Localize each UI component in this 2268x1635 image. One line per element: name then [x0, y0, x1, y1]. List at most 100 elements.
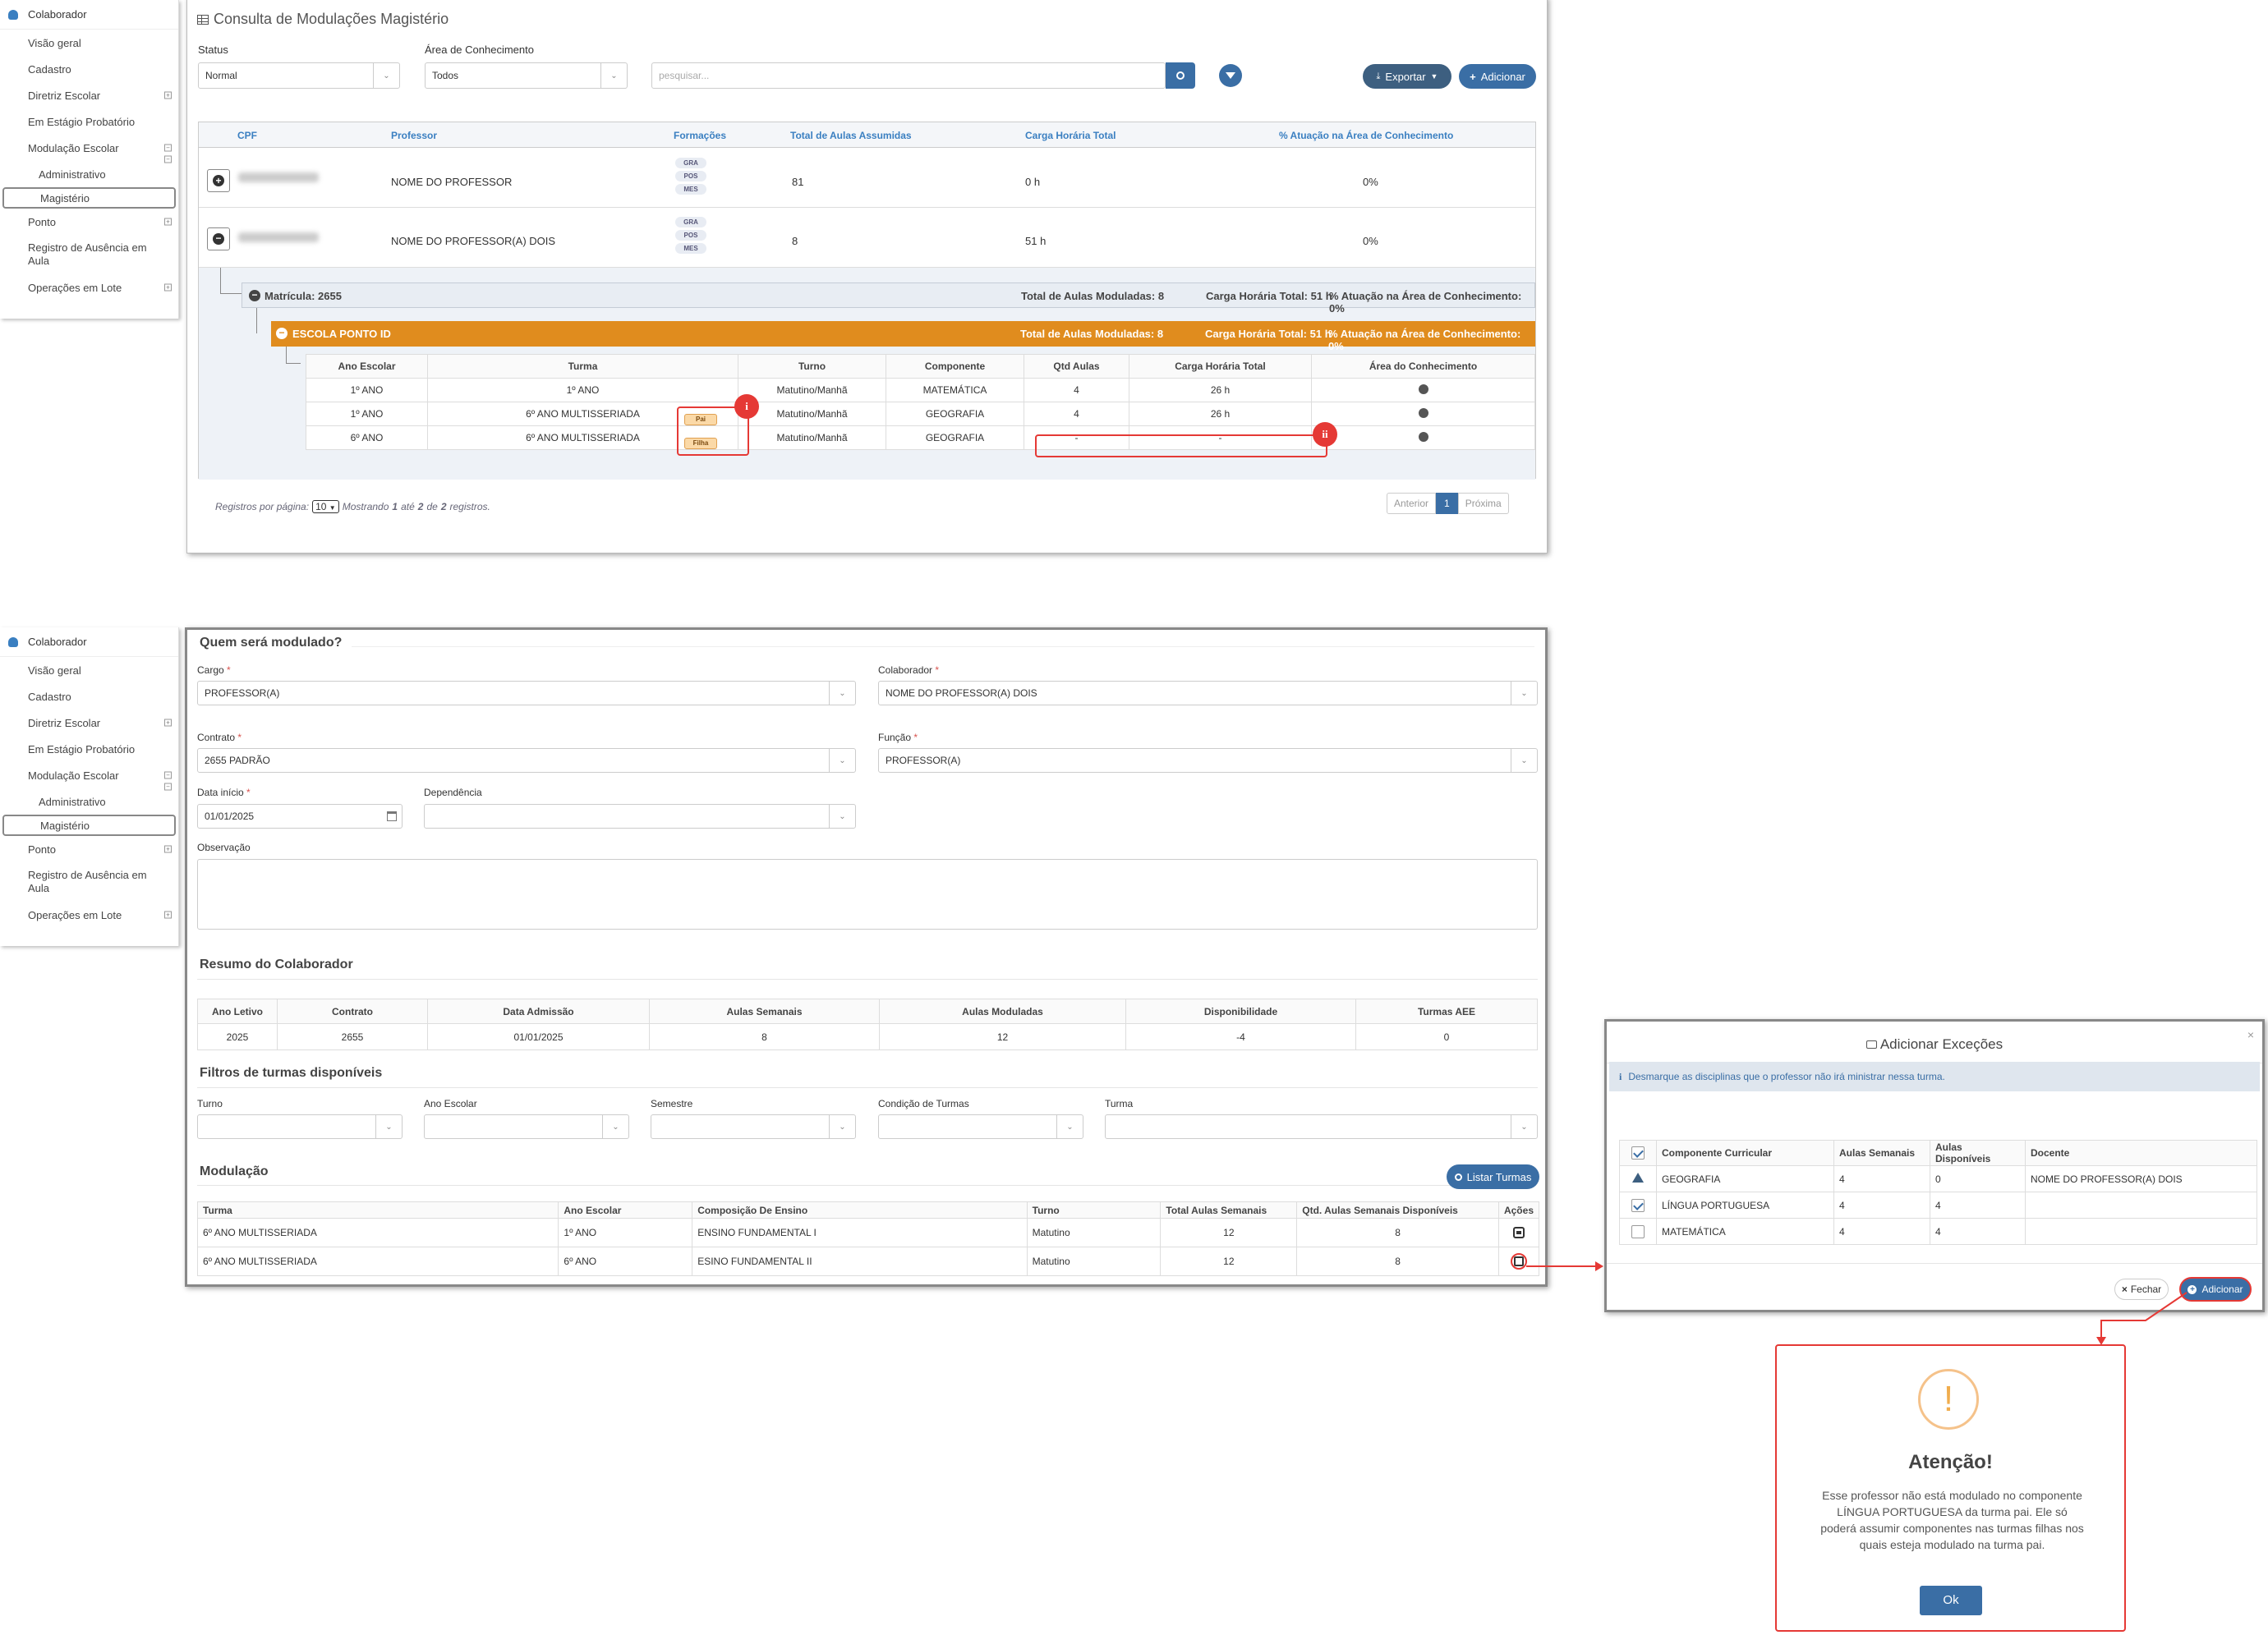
mod-cell: 12: [1160, 1247, 1298, 1276]
collapse-row-button[interactable]: −: [207, 227, 230, 250]
th-cpf[interactable]: CPF: [237, 130, 257, 141]
professor-name: NOME DO PROFESSOR: [391, 176, 513, 188]
resumo-value: 2655: [277, 1023, 428, 1050]
minus-circle-icon: −: [249, 290, 260, 301]
filter-icon: [1226, 72, 1235, 79]
cargo-select[interactable]: PROFESSOR(A) ⌄: [197, 681, 856, 705]
filtro-turno-select[interactable]: ⌄: [197, 1114, 403, 1139]
per-page-select[interactable]: 10 ▼: [312, 500, 339, 513]
sidebar-item-visao-geral[interactable]: Visão geral: [0, 30, 178, 56]
filtro-condicao-select[interactable]: ⌄: [878, 1114, 1083, 1139]
sidebar-item-diretriz[interactable]: Diretriz Escolar +: [0, 710, 178, 736]
matricula-bar[interactable]: − Matrícula: 2655 Total de Aulas Modulad…: [242, 282, 1535, 315]
search-icon: [1454, 1173, 1462, 1181]
resumo-th: Turmas AEE: [1355, 999, 1538, 1024]
observacao-textarea[interactable]: [197, 859, 1538, 930]
sidebar-item-magisterio[interactable]: Magistério: [2, 187, 176, 209]
sidebar-item-registro[interactable]: Registro de Ausência em Aula: [0, 862, 178, 902]
sidebar-header[interactable]: Colaborador −: [0, 627, 178, 791]
filter-button[interactable]: [1219, 64, 1242, 87]
sub-ano: 1º ANO: [306, 378, 428, 402]
th-formacoes[interactable]: Formações: [674, 130, 726, 141]
th-atuacao[interactable]: % Atuação na Área de Conhecimento: [1279, 130, 1453, 141]
tree-line: [256, 308, 257, 333]
page-1-button[interactable]: 1: [1436, 493, 1458, 514]
select-all-checkbox[interactable]: [1631, 1146, 1645, 1160]
mod-cell: 6º ANO MULTISSERIADA: [196, 1218, 559, 1247]
sidebar-item-cadastro[interactable]: Cadastro: [0, 683, 178, 710]
sidebar-item-administrativo[interactable]: Administrativo: [0, 788, 178, 815]
calendar-icon[interactable]: [387, 811, 397, 821]
add-button[interactable]: + Adicionar: [1459, 64, 1536, 89]
contrato-select[interactable]: 2655 PADRÃO ⌄: [197, 748, 856, 773]
data-inicio-input[interactable]: 01/01/2025: [197, 804, 403, 829]
area-select[interactable]: Todos ⌄: [425, 62, 628, 89]
funcao-select[interactable]: PROFESSOR(A) ⌄: [878, 748, 1538, 773]
sidebar-item-administrativo[interactable]: Administrativo: [0, 161, 178, 187]
exc-comp: GEOGRAFIA: [1656, 1165, 1834, 1192]
export-button[interactable]: ⤓ Exportar ▼: [1363, 64, 1451, 89]
sidebar-item-modulacao[interactable]: Modulação Escolar −: [0, 762, 178, 788]
mod-th: Composição De Ensino: [692, 1201, 1028, 1219]
action-icon[interactable]: [1512, 1227, 1525, 1239]
modal-title: Adicionar Exceções: [1607, 1036, 2262, 1053]
filtro-turma-select[interactable]: ⌄: [1105, 1114, 1538, 1139]
sidebar-item-cadastro[interactable]: Cadastro: [0, 56, 178, 82]
sidebar-item-visao-geral[interactable]: Visão geral: [0, 657, 178, 683]
th-carga[interactable]: Carga Horária Total: [1025, 130, 1116, 141]
sidebar-item-probatorio[interactable]: Em Estágio Probatório: [0, 736, 178, 762]
escola-bar[interactable]: − ESCOLA PONTO ID Total de Aulas Modulad…: [271, 321, 1535, 352]
filtro-ano-label: Ano Escolar: [424, 1098, 477, 1109]
sub-th-carga: Carga Horária Total: [1129, 354, 1312, 379]
divider: [1607, 1263, 2262, 1264]
sidebar-item-ponto[interactable]: Ponto +: [0, 836, 178, 862]
listar-turmas-button[interactable]: Listar Turmas: [1447, 1164, 1539, 1189]
section-quem: Quem será modulado?: [200, 636, 343, 650]
exc-sem: 4: [1833, 1218, 1930, 1245]
search-button[interactable]: [1166, 62, 1195, 89]
collapse-icon: −: [164, 144, 172, 152]
minus-circle-icon: −: [213, 233, 224, 245]
warn-cell: [1619, 1165, 1657, 1192]
ok-button[interactable]: Ok: [1920, 1586, 1982, 1615]
page-title: Consulta de Modulações Magistério: [197, 11, 449, 28]
divider: [197, 1185, 1487, 1186]
resumo-table: Ano Letivo Contrato Data Admissão Aulas …: [197, 999, 1538, 1050]
formacao-pill: POS: [675, 230, 706, 241]
sidebar-item-operacoes[interactable]: Operações em Lote +: [0, 902, 178, 928]
row-checkbox[interactable]: [1631, 1198, 1645, 1212]
search-input[interactable]: pesquisar...: [651, 62, 1166, 89]
sidebar-item-diretriz[interactable]: Diretriz Escolar +: [0, 82, 178, 108]
sidebar-item-magisterio[interactable]: Magistério: [2, 815, 176, 836]
sidebar-item-registro[interactable]: Registro de Ausência em Aula: [0, 235, 178, 274]
status-select[interactable]: Normal ⌄: [198, 62, 400, 89]
sidebar-item-operacoes[interactable]: Operações em Lote +: [0, 274, 178, 301]
badge-i: i: [734, 394, 759, 419]
resumo-th: Aulas Semanais: [649, 999, 880, 1024]
atuacao: 0%: [1363, 235, 1378, 247]
expand-row-button[interactable]: +: [207, 169, 230, 192]
filtro-ano-select[interactable]: ⌄: [424, 1114, 629, 1139]
sidebar-item-ponto[interactable]: Ponto +: [0, 209, 178, 235]
alert-dialog: ! Atenção! Esse professor não está modul…: [1775, 1344, 2126, 1632]
table-row: MATEMÁTICA 4 4: [1619, 1218, 2257, 1245]
mod-cell: 6º ANO: [558, 1247, 693, 1276]
filtro-semestre-select[interactable]: ⌄: [651, 1114, 856, 1139]
th-total-aulas[interactable]: Total de Aulas Assumidas: [790, 130, 912, 141]
dependencia-select[interactable]: ⌄: [424, 804, 856, 829]
sidebar-item-probatorio[interactable]: Em Estágio Probatório: [0, 108, 178, 135]
sidebar-item-modulacao[interactable]: Modulação Escolar −: [0, 135, 178, 161]
formacoes-pills: GRA POS MES: [675, 158, 706, 197]
action-icon-highlighted[interactable]: [1510, 1253, 1527, 1270]
escola-label: ESCOLA PONTO ID: [292, 328, 391, 340]
th-professor[interactable]: Professor: [391, 130, 437, 141]
sidebar-header[interactable]: Colaborador −: [0, 0, 178, 163]
colaborador-select[interactable]: NOME DO PROFESSOR(A) DOIS ⌄: [878, 681, 1538, 705]
total-aulas: 81: [792, 176, 804, 188]
exc-comp: MATEMÁTICA: [1656, 1218, 1834, 1245]
row-checkbox[interactable]: [1631, 1224, 1645, 1238]
prev-button[interactable]: Anterior: [1387, 493, 1437, 514]
modal-close-icon[interactable]: ×: [2247, 1028, 2254, 1041]
table-row: LÍNGUA PORTUGUESA 4 4: [1619, 1192, 2257, 1219]
next-button[interactable]: Próxima: [1457, 493, 1509, 514]
